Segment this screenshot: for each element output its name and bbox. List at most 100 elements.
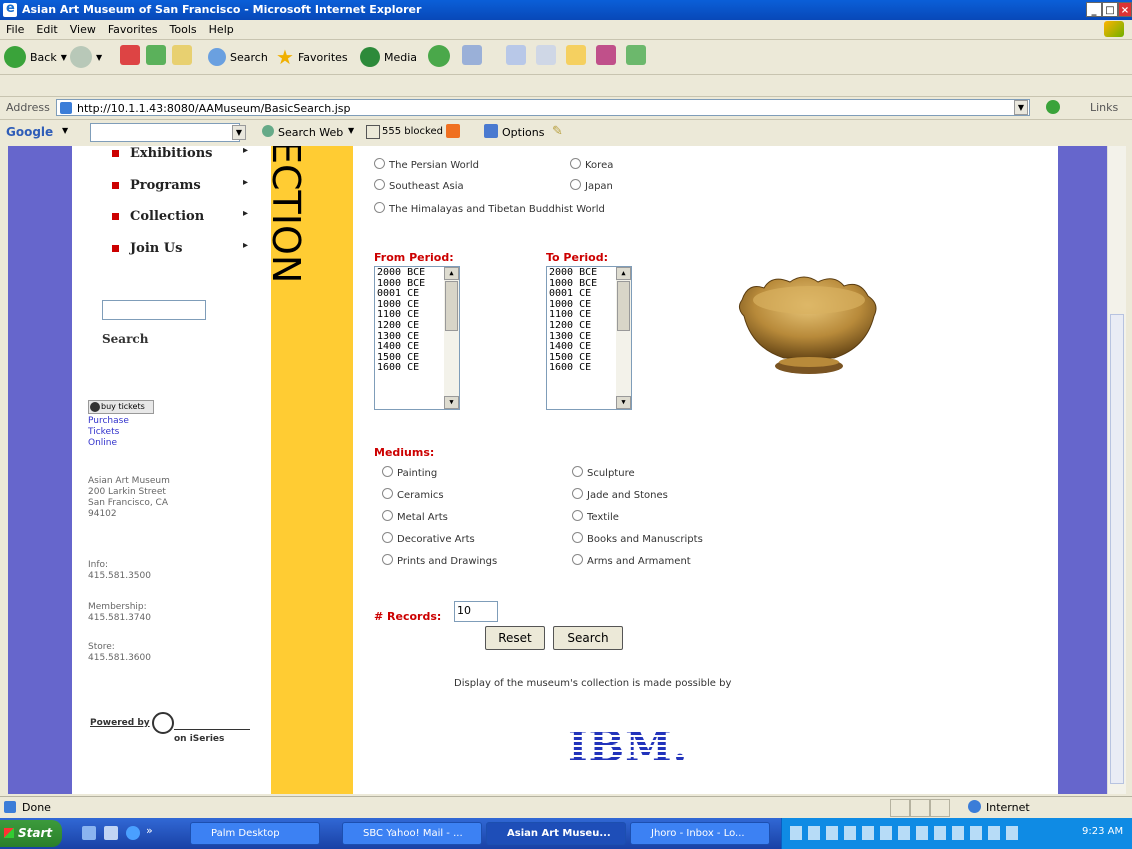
radio-icon[interactable] — [572, 466, 583, 477]
region-option-southeast-asia[interactable]: Southeast Asia — [374, 179, 464, 192]
page-scrollbar[interactable] — [1107, 146, 1126, 794]
mail-icon[interactable] — [462, 45, 482, 65]
quicklaunch-more-icon[interactable]: » — [146, 824, 153, 837]
task-inbox[interactable]: Jhoro - Inbox - Lo... — [630, 822, 770, 845]
nav-exhibitions[interactable]: Exhibitions ▸ — [112, 146, 262, 164]
search-toolbar-button[interactable]: Search — [208, 45, 268, 69]
radio-icon[interactable] — [570, 158, 581, 169]
search-button[interactable]: Search — [553, 626, 623, 650]
radio-icon[interactable] — [572, 510, 583, 521]
menu-favorites[interactable]: Favorites — [102, 20, 164, 39]
nav-programs[interactable]: Programs ▸ — [112, 177, 262, 196]
buy-tickets-button[interactable]: buy tickets — [88, 400, 154, 414]
minimize-button[interactable]: _ — [1086, 2, 1102, 17]
nav-join-us[interactable]: Join Us ▸ — [112, 240, 262, 259]
listbox-scrollbar[interactable]: ▲ ▼ — [444, 267, 459, 409]
medium-option-decorative-arts[interactable]: Decorative Arts — [382, 532, 475, 545]
nav-collection[interactable]: Collection ▸ — [112, 208, 262, 227]
listbox-scrollbar[interactable]: ▲ ▼ — [616, 267, 631, 409]
radio-icon[interactable] — [374, 202, 385, 213]
radio-icon[interactable] — [382, 488, 393, 499]
links-label[interactable]: Links — [1090, 101, 1118, 114]
region-option-korea[interactable]: Korea — [570, 158, 613, 171]
site-search-input[interactable] — [102, 300, 206, 320]
radio-icon[interactable] — [374, 179, 385, 190]
quicklaunch-desktop-icon[interactable] — [82, 826, 96, 840]
records-input[interactable]: 10 — [454, 601, 498, 622]
clock[interactable]: 9:23 AM — [1082, 826, 1123, 837]
go-icon[interactable] — [1046, 100, 1060, 114]
highlighter-icon[interactable]: ✎ — [552, 124, 563, 139]
from-period-listbox[interactable]: 2000 BCE 1000 BCE 0001 CE 1000 CE 1100 CE 120… — [374, 266, 460, 410]
radio-icon[interactable] — [382, 466, 393, 477]
menu-help[interactable]: Help — [203, 20, 240, 39]
radio-icon[interactable] — [382, 510, 393, 521]
medium-option-arms-armament[interactable]: Arms and Armament — [572, 554, 691, 567]
medium-option-books-manuscripts[interactable]: Books and Manuscripts — [572, 532, 703, 545]
popups-blocked-button[interactable]: 555 blocked — [382, 126, 443, 137]
menu-view[interactable]: View — [64, 20, 102, 39]
radio-icon[interactable] — [382, 532, 393, 543]
menu-bar: File Edit View Favorites Tools Help — [0, 20, 1132, 40]
print-icon[interactable] — [506, 45, 526, 65]
task-palm-desktop[interactable]: Palm Desktop — [190, 822, 320, 845]
address-dropdown-arrow-icon[interactable]: ▼ — [1014, 100, 1028, 115]
medium-option-ceramics[interactable]: Ceramics — [382, 488, 444, 501]
google-search-input[interactable] — [90, 123, 240, 142]
research-icon[interactable] — [626, 45, 646, 65]
ibm-logo[interactable]: IBM. — [568, 722, 688, 771]
to-period-listbox[interactable]: 2000 BCE 1000 BCE 0001 CE 1000 CE 1100 CE 120… — [546, 266, 632, 410]
scroll-up-icon[interactable]: ▲ — [616, 267, 631, 280]
forward-button[interactable]: ▼ — [70, 45, 102, 69]
google-dropdown-arrow-icon[interactable]: ▼ — [232, 125, 246, 140]
start-button[interactable]: Start — [0, 820, 62, 847]
tray-icons[interactable] — [790, 826, 1020, 840]
maximize-button[interactable]: □ — [1102, 2, 1118, 17]
medium-option-metal-arts[interactable]: Metal Arts — [382, 510, 448, 523]
radio-icon[interactable] — [572, 532, 583, 543]
messenger-icon[interactable] — [596, 45, 616, 65]
medium-option-textile[interactable]: Textile — [572, 510, 619, 523]
radio-icon[interactable] — [570, 179, 581, 190]
refresh-icon[interactable] — [146, 45, 166, 65]
favorites-toolbar-button[interactable]: ★ Favorites — [276, 45, 348, 69]
options-button[interactable]: Options — [502, 126, 544, 139]
search-web-button[interactable]: Search Web — [278, 126, 343, 139]
menu-tools[interactable]: Tools — [164, 20, 203, 39]
stop-icon[interactable] — [120, 45, 140, 65]
task-sbc-yahoo-mail[interactable]: SBC Yahoo! Mail - ... — [342, 822, 482, 845]
back-button[interactable]: Back ▼ — [4, 45, 67, 69]
menu-file[interactable]: File — [0, 20, 30, 39]
folder-icon[interactable] — [566, 45, 586, 65]
region-option-himalayas[interactable]: The Himalayas and Tibetan Buddhist World — [374, 202, 605, 215]
close-button[interactable]: × — [1118, 2, 1132, 17]
menu-edit[interactable]: Edit — [30, 20, 63, 39]
task-asian-art-museum[interactable]: Asian Art Museu... — [486, 822, 626, 845]
title-bar[interactable]: Asian Art Museum of San Francisco - Micr… — [0, 0, 1132, 20]
region-option-japan[interactable]: Japan — [570, 179, 613, 192]
radio-icon[interactable] — [572, 488, 583, 499]
purchase-tickets-link[interactable]: Purchase Tickets Online — [88, 416, 129, 449]
quicklaunch-ie-icon[interactable] — [126, 826, 140, 840]
autofill-icon[interactable] — [446, 124, 460, 138]
radio-icon[interactable] — [382, 554, 393, 565]
region-option-persian-world[interactable]: The Persian World — [374, 158, 479, 171]
scroll-down-icon[interactable]: ▼ — [616, 396, 631, 409]
google-logo[interactable]: Google — [6, 125, 53, 139]
home-icon[interactable] — [172, 45, 192, 65]
edit-icon[interactable] — [536, 45, 556, 65]
quicklaunch-explorer-icon[interactable] — [104, 826, 118, 840]
medium-option-sculpture[interactable]: Sculpture — [572, 466, 635, 479]
radio-icon[interactable] — [572, 554, 583, 565]
scroll-up-icon[interactable]: ▲ — [444, 267, 459, 280]
radio-icon[interactable] — [374, 158, 385, 169]
medium-option-jade-stones[interactable]: Jade and Stones — [572, 488, 668, 501]
medium-option-prints-drawings[interactable]: Prints and Drawings — [382, 554, 497, 567]
media-toolbar-button[interactable]: Media — [360, 45, 417, 69]
history-icon[interactable] — [428, 45, 450, 67]
scroll-down-icon[interactable]: ▼ — [444, 396, 459, 409]
medium-option-painting[interactable]: Painting — [382, 466, 437, 479]
scrollbar-thumb[interactable] — [1110, 314, 1124, 784]
address-input[interactable]: http://10.1.1.43:8080/AAMuseum/BasicSear… — [56, 99, 1030, 116]
reset-button[interactable]: Reset — [485, 626, 545, 650]
